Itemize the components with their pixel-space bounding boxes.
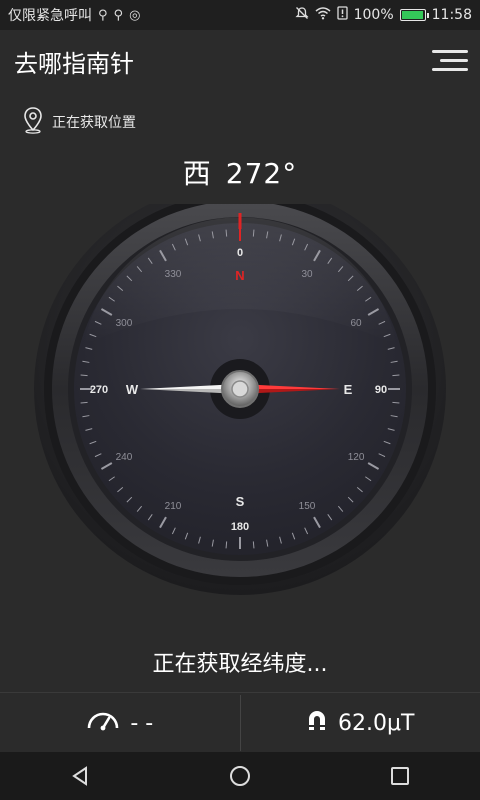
compass-cardinal-n: N [235, 268, 244, 283]
compass-dial: 0 30 60 90 120 150 180 210 240 270 300 330 N E S W [34, 183, 446, 595]
compass-degree-label: 60 [350, 318, 362, 329]
navigation-bar [0, 752, 480, 800]
battery-percent: 100% [353, 7, 394, 23]
compass-tick [225, 541, 228, 549]
home-button[interactable] [220, 756, 260, 796]
usb-icon: ⚲ [98, 7, 108, 23]
location-status: 正在获取位置 [52, 115, 136, 131]
usb-icon-2: ⚲ [113, 7, 124, 23]
compass-tick [80, 374, 88, 377]
compass: 0 30 60 90 120 150 180 210 240 270 300 330 N E S W [30, 183, 450, 624]
battery-icon [399, 9, 429, 21]
notification-icon: ◎ [129, 7, 141, 23]
carrier-text: 仅限紧急呼叫 [8, 8, 92, 24]
wifi-icon [315, 6, 331, 24]
speed-value: - - [130, 710, 154, 736]
status-bar: 仅限紧急呼叫 ⚲ ⚲ ◎ 100% 11:58 [0, 0, 480, 30]
location-row[interactable]: 正在获取位置 [22, 106, 136, 138]
speedometer-icon [86, 709, 120, 737]
compass-tick [252, 541, 255, 549]
compass-cardinal-w: W [126, 382, 139, 397]
compass-degree-label: 210 [165, 501, 182, 512]
compass-cardinal-s: S [236, 494, 245, 509]
heading-degrees: 272° [225, 157, 298, 190]
compass-degree-label: 90 [375, 384, 387, 396]
magnet-icon [306, 708, 328, 738]
mute-icon [295, 6, 309, 24]
compass-tick [252, 229, 255, 237]
compass-tick [392, 401, 400, 404]
compass-degree-label: 270 [90, 384, 108, 396]
recents-button[interactable] [380, 756, 420, 796]
magnetic-value: 62.0μT [338, 710, 415, 736]
location-pin-icon [22, 106, 44, 138]
sim-alert-icon [336, 6, 348, 24]
app-title: 去哪指南针 [14, 49, 134, 78]
compass-degree-label: 300 [116, 318, 133, 329]
compass-hub-center [231, 380, 249, 398]
recents-square-icon [391, 767, 409, 785]
back-button[interactable] [60, 756, 100, 796]
app-bar: 去哪指南针 [0, 30, 480, 92]
compass-tick [225, 229, 228, 237]
speed-cell: - - [0, 693, 240, 753]
home-circle-icon [230, 766, 250, 786]
compass-degree-label: 240 [116, 452, 133, 463]
compass-degree-label: 180 [231, 521, 249, 533]
compass-degree-label: 30 [301, 269, 313, 280]
compass-degree-label: 120 [348, 452, 365, 463]
info-bar: - - 62.0μT [0, 692, 480, 753]
compass-tick [80, 401, 88, 404]
compass-cardinal-e: E [344, 382, 353, 397]
heading-readout: 西 272° [0, 152, 480, 192]
heading-direction: 西 [182, 157, 212, 190]
clock: 11:58 [431, 7, 472, 23]
back-triangle-icon [72, 766, 87, 786]
coordinates-status: 正在获取经纬度... [152, 652, 328, 677]
compass-degree-label: 0 [237, 247, 243, 259]
magnetic-cell: 62.0μT [241, 693, 480, 753]
compass-degree-label: 150 [299, 501, 316, 512]
compass-tick [392, 374, 400, 377]
menu-icon[interactable] [428, 46, 468, 76]
compass-degree-label: 330 [165, 269, 182, 280]
